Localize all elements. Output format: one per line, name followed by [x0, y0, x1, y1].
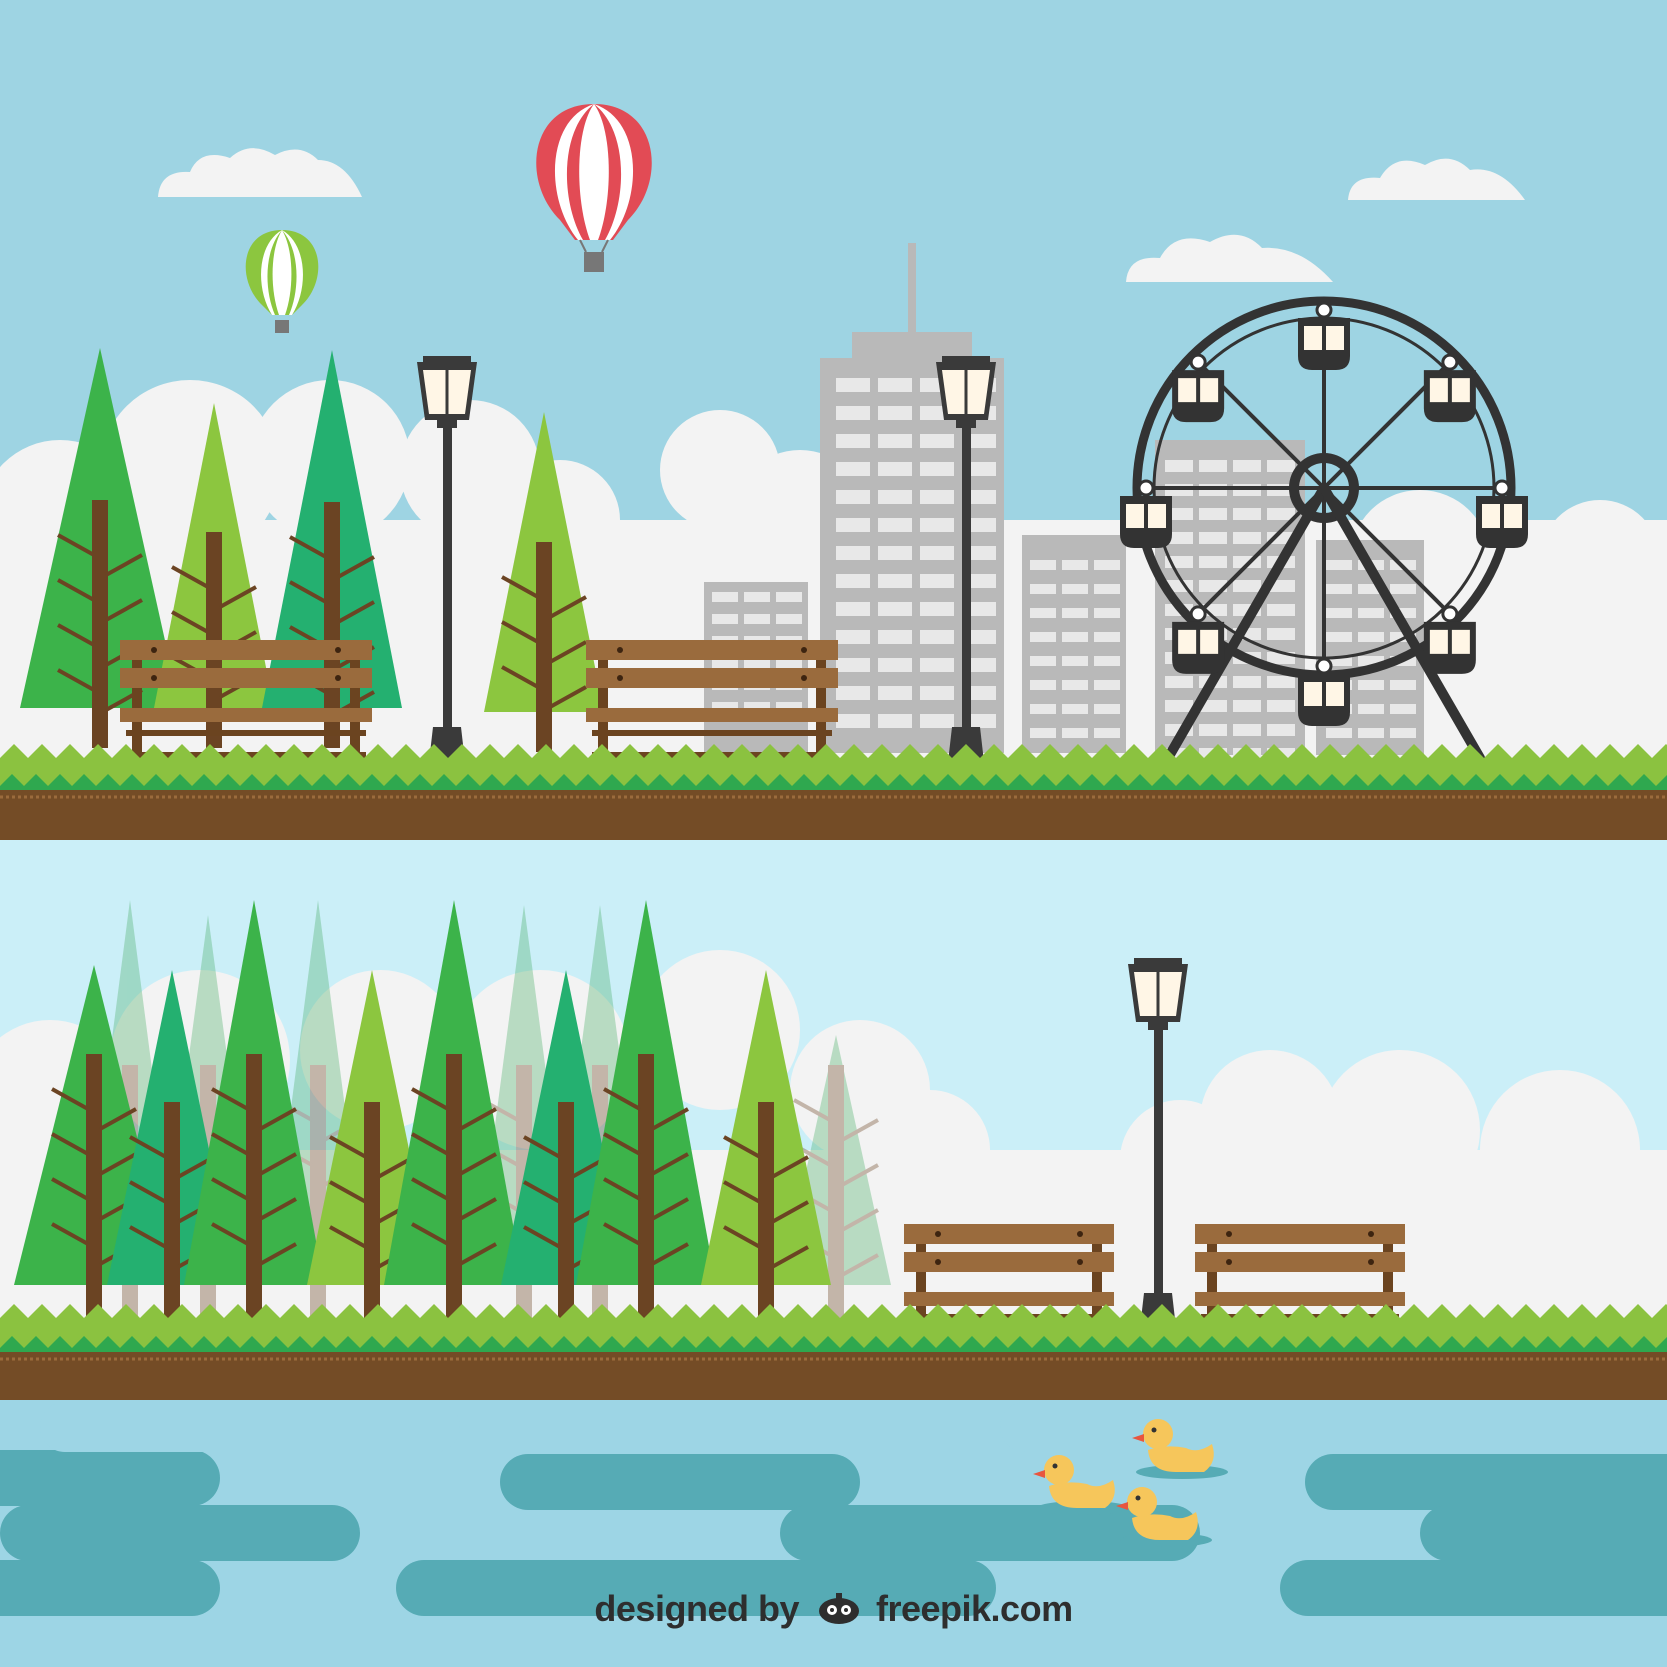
bottom-panel — [0, 840, 1667, 1667]
watermark: designed by freepik.com — [0, 1588, 1667, 1630]
watermark-brand: freepik.com — [876, 1588, 1073, 1629]
top-ground — [0, 744, 1667, 840]
top-panel — [0, 0, 1667, 840]
bottom-ground — [0, 1304, 1667, 1402]
watermark-prefix: designed by — [594, 1588, 799, 1629]
park-illustration — [0, 0, 1667, 1667]
freepik-logo-icon — [819, 1593, 860, 1624]
